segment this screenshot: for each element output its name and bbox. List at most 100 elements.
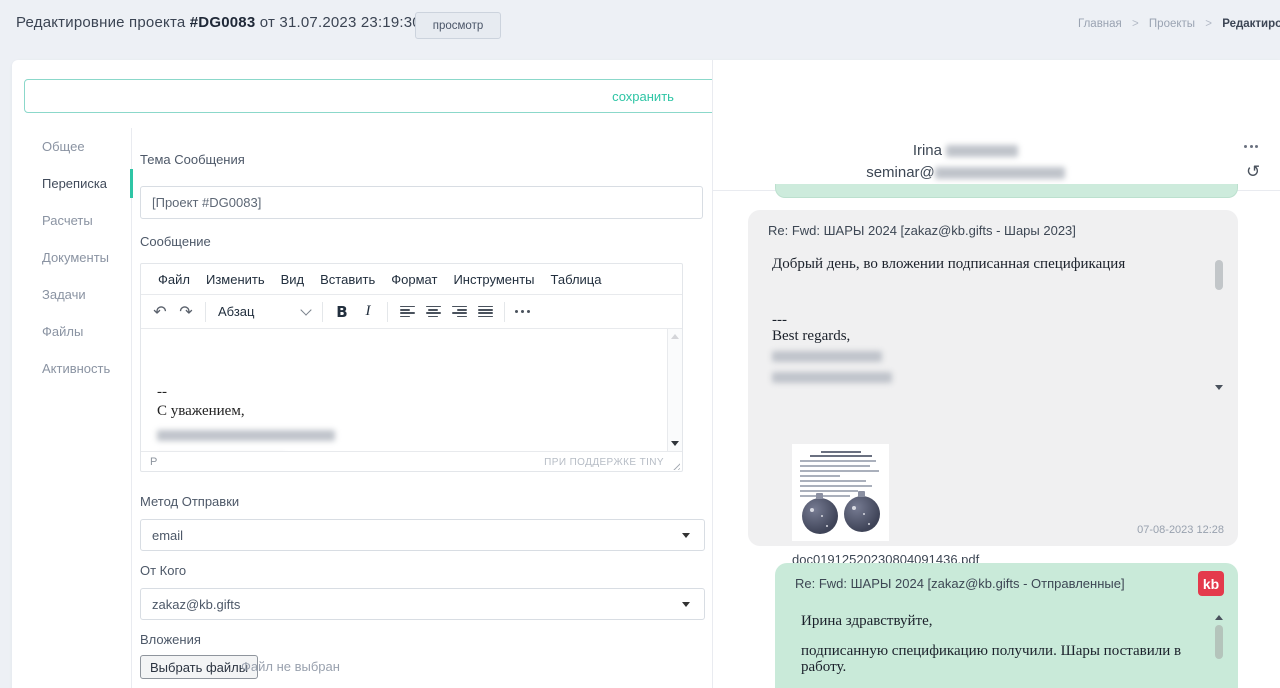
editor-statusbar: P ПРИ ПОДДЕРЖКЕ TINY — [141, 451, 682, 472]
message-line: Ирина здравствуйте, — [801, 613, 1201, 629]
message-line: Best regards, — [772, 328, 1192, 344]
message-body: Добрый день, во вложении подписанная спе… — [772, 256, 1192, 385]
breadcrumb-separator: > — [1132, 18, 1139, 30]
attachments-label: Вложения — [140, 632, 201, 647]
caret-down-icon — [682, 533, 690, 538]
chevron-down-icon — [300, 304, 311, 315]
breadcrumb-projects[interactable]: Проекты — [1149, 18, 1195, 30]
from-select-value: zakaz@kb.gifts — [152, 597, 240, 612]
editor-content-area[interactable]: -- С уважением, — [141, 329, 682, 451]
preview-button[interactable]: просмотр — [415, 12, 501, 39]
breadcrumb-current: Редактирование — [1222, 18, 1280, 30]
contact-email: seminar@ — [713, 164, 1218, 181]
scroll-up-icon[interactable] — [671, 334, 679, 339]
menu-insert[interactable]: Вставить — [312, 268, 383, 291]
from-label: От Кого — [140, 563, 186, 578]
redacted-text — [946, 145, 1018, 157]
redacted-text — [772, 351, 882, 362]
editor-toolbar: ↶ ↷ Абзац B I — [141, 295, 682, 329]
sidebar: Общее Переписка Расчеты Документы Задачи… — [24, 128, 132, 688]
scrolled-message-edge — [775, 184, 1238, 198]
contact-name: Irina — [713, 142, 1218, 159]
redacted-text — [772, 372, 892, 383]
message-subject: Re: Fwd: ШАРЫ 2024 [zakaz@kb.gifts - Отп… — [795, 576, 1125, 591]
sidebar-item-calculations[interactable]: Расчеты — [24, 202, 131, 239]
message-line: подписанную спецификацию получили. Шары … — [801, 643, 1201, 675]
menu-table[interactable]: Таблица — [543, 268, 610, 291]
menu-file[interactable]: Файл — [150, 268, 198, 291]
page-title-prefix: Редактировние проекта — [16, 14, 185, 31]
breadcrumb: Главная > Проекты > Редактирование — [1078, 18, 1280, 30]
justify-icon[interactable] — [472, 299, 498, 325]
project-id: #DG0083 — [190, 14, 256, 31]
subject-input[interactable] — [140, 186, 703, 219]
file-status-text: Файл не выбран — [241, 659, 340, 674]
align-right-icon[interactable] — [446, 299, 472, 325]
bold-button[interactable]: B — [329, 299, 355, 325]
sidebar-item-general[interactable]: Общее — [24, 128, 131, 165]
sidebar-item-activity[interactable]: Активность — [24, 350, 131, 387]
refresh-icon[interactable]: ↻ — [1246, 162, 1260, 182]
page-title: Редактировние проекта #DG0083 от 31.07.2… — [16, 14, 421, 31]
message-subject: Re: Fwd: ШАРЫ 2024 [zakaz@kb.gifts - Шар… — [768, 223, 1076, 238]
undo-icon[interactable]: ↶ — [147, 299, 173, 325]
scroll-up-icon[interactable] — [1215, 615, 1223, 620]
element-path[interactable]: P — [150, 456, 157, 468]
align-left-icon[interactable] — [394, 299, 420, 325]
redacted-text — [935, 167, 1065, 179]
top-bar: Редактировние проекта #DG0083 от 31.07.2… — [0, 0, 1280, 50]
method-label: Метод Отправки — [140, 494, 239, 509]
content-card: сохранить Общее Переписка Расчеты Докуме… — [12, 60, 1280, 688]
menu-edit[interactable]: Изменить — [198, 268, 273, 291]
menu-view[interactable]: Вид — [273, 268, 313, 291]
rich-text-editor: Файл Изменить Вид Вставить Формат Инстру… — [140, 263, 683, 472]
message-body: Ирина здравствуйте, подписанную специфик… — [801, 613, 1201, 688]
message-label: Сообщение — [140, 234, 211, 249]
format-select[interactable]: Абзац — [212, 299, 316, 325]
signature-divider: -- — [157, 383, 335, 402]
message-card-outgoing: Re: Fwd: ШАРЫ 2024 [zakaz@kb.gifts - Отп… — [775, 563, 1238, 688]
align-center-icon[interactable] — [420, 299, 446, 325]
caret-down-icon — [682, 602, 690, 607]
message-scrollbar[interactable] — [1214, 256, 1224, 392]
tiny-brand-label: ПРИ ПОДДЕРЖКЕ TINY — [544, 457, 664, 468]
message-form: Тема Сообщения Сообщение Файл Изменить В… — [140, 60, 693, 688]
sidebar-item-tasks[interactable]: Задачи — [24, 276, 131, 313]
signature-greeting: С уважением, — [157, 402, 335, 421]
scrollbar-thumb[interactable] — [1215, 260, 1223, 290]
redo-icon[interactable]: ↷ — [173, 299, 199, 325]
sidebar-item-correspondence[interactable]: Переписка — [24, 165, 131, 202]
resize-handle-icon[interactable] — [671, 461, 680, 470]
method-select[interactable]: email — [140, 519, 705, 551]
scroll-down-icon[interactable] — [1215, 385, 1223, 390]
menu-format[interactable]: Формат — [383, 268, 445, 291]
contact-email-prefix: seminar@ — [866, 164, 935, 181]
scrollbar-thumb[interactable] — [1215, 625, 1223, 659]
toolbar-separator — [387, 302, 388, 322]
menu-tools[interactable]: Инструменты — [445, 268, 542, 291]
contact-first-name: Irina — [913, 142, 942, 159]
more-tools-icon[interactable] — [515, 310, 530, 313]
italic-button[interactable]: I — [355, 299, 381, 325]
sidebar-item-files[interactable]: Файлы — [24, 313, 131, 350]
subject-label: Тема Сообщения — [140, 152, 245, 167]
kb-logo: kb — [1198, 571, 1224, 596]
message-timestamp: 07-08-2023 12:28 — [1137, 524, 1224, 536]
thread-header: Irina seminar@ ↻ — [713, 60, 1280, 191]
editor-menubar: Файл Изменить Вид Вставить Формат Инстру… — [141, 264, 682, 295]
from-select[interactable]: zakaz@kb.gifts — [140, 588, 705, 620]
message-line: Добрый день, во вложении подписанная спе… — [772, 256, 1192, 272]
ornament-image — [844, 496, 880, 532]
page-title-suffix: от 31.07.2023 23:19:30 — [260, 14, 421, 31]
scroll-down-icon[interactable] — [671, 441, 679, 446]
app-window: Редактировние проекта #DG0083 от 31.07.2… — [0, 0, 1280, 688]
attachment-preview[interactable] — [792, 444, 889, 541]
message-line: --- — [772, 312, 1192, 328]
editor-scrollbar[interactable] — [667, 329, 682, 451]
format-select-value: Абзац — [218, 304, 254, 319]
editor-text: -- С уважением, — [157, 383, 335, 451]
sidebar-item-documents[interactable]: Документы — [24, 239, 131, 276]
thread-menu-icon[interactable] — [1244, 145, 1258, 148]
message-scrollbar[interactable] — [1214, 613, 1224, 688]
breadcrumb-home[interactable]: Главная — [1078, 18, 1122, 30]
